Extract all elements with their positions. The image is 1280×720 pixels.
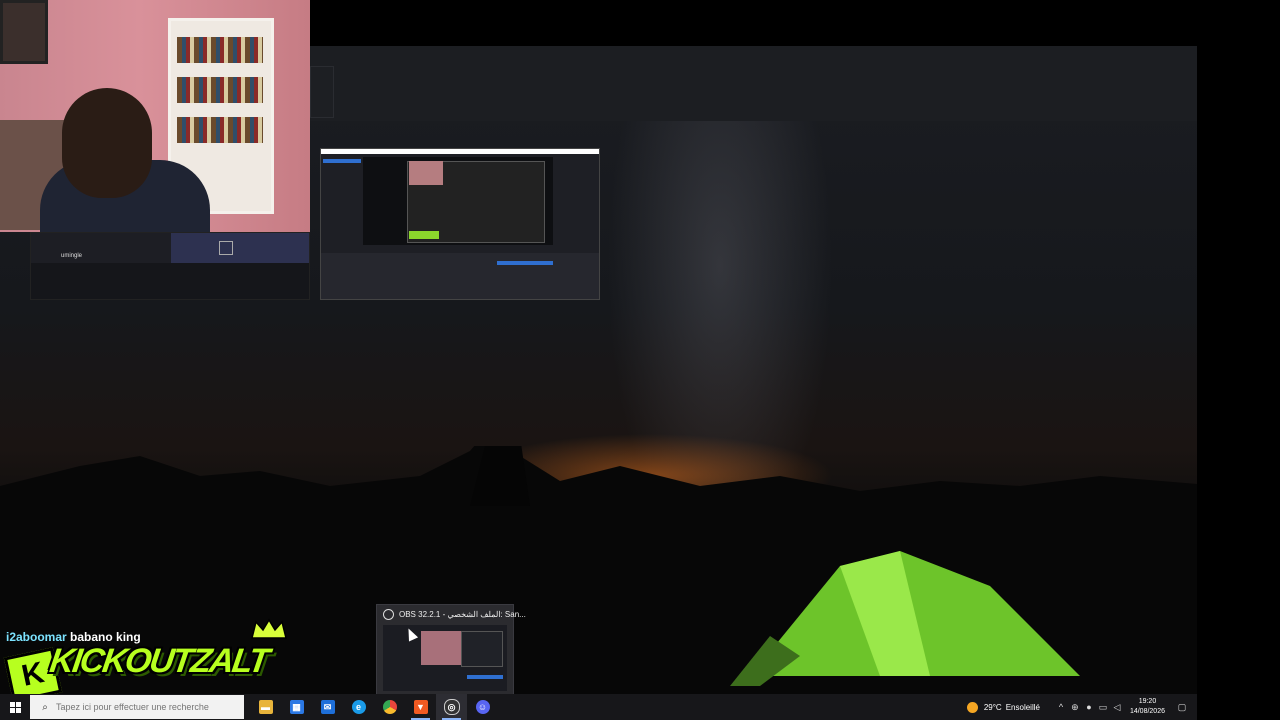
windows-icon <box>9 701 21 713</box>
chevron-up-icon[interactable]: ^ <box>1054 702 1068 712</box>
taskbar-app-brave[interactable]: ▼ <box>405 694 436 720</box>
search-icon: ⌕ <box>42 701 48 713</box>
obs-window-thumbnail[interactable] <box>320 148 600 300</box>
discord-icon: ☺ <box>475 700 490 714</box>
preview-webcam <box>421 631 461 665</box>
webcam-feed <box>0 0 310 232</box>
clock-date: 14/08/2026 <box>1129 708 1165 715</box>
preview-scene <box>461 631 503 667</box>
video-off-icon <box>219 241 233 255</box>
network-icon[interactable]: ▭ <box>1096 702 1110 713</box>
stream-logo-text: KICKOUTZALT <box>47 642 270 680</box>
microsoft-store-icon: ▦ <box>289 700 304 714</box>
taskbar-app-mail[interactable]: ✉ <box>312 694 343 720</box>
taskbar-clock[interactable]: 19:20 14/08/2026 <box>1130 697 1165 717</box>
taskbar-app-obs[interactable]: ◎ <box>436 694 467 720</box>
speaker-icon[interactable]: ◁ <box>1110 702 1124 713</box>
obs-icon <box>383 609 394 620</box>
umingle-brand: umingle <box>61 253 83 259</box>
sun-icon[interactable] <box>966 701 978 713</box>
taskbar-app-edge[interactable]: e <box>343 694 374 720</box>
desktop-top-band <box>310 46 1197 121</box>
crown-icon <box>251 618 287 639</box>
taskbar: ⌕ ▬ ▦ ✉ e ▼ ◎ ☺ 29°C Ensoleillé ^ ⊕ ● ▭ … <box>0 694 1197 720</box>
microphone-icon[interactable]: ● <box>1082 702 1096 712</box>
umingle-chat-panel: umingle <box>30 232 310 300</box>
edge-icon: e <box>351 700 366 714</box>
partner-video-area <box>171 233 309 263</box>
taskbar-app-store[interactable]: ▦ <box>281 694 312 720</box>
clock-time: 19:20 <box>1138 698 1157 705</box>
taskbar-app-discord[interactable]: ☺ <box>467 694 498 720</box>
streamer-head <box>62 88 152 198</box>
obs-thumb-titlebar <box>321 149 599 154</box>
chrome-icon <box>382 700 397 714</box>
mail-icon: ✉ <box>320 700 335 714</box>
green-tent <box>730 551 1080 686</box>
preview-title-text: OBS 32.2.1 - الملف الشخصي: San... <box>399 610 526 619</box>
brave-icon: ▼ <box>413 700 428 714</box>
taskbar-app-chrome[interactable] <box>374 694 405 720</box>
obs-scene-selected <box>323 159 361 163</box>
usb-icon[interactable]: ⊕ <box>1068 702 1082 713</box>
obs-nested-webcam <box>409 161 443 185</box>
weather-temp[interactable]: 29°C <box>984 703 1002 712</box>
notification-icon[interactable]: ▢ <box>1175 702 1189 713</box>
obs-nested-logo <box>409 231 439 239</box>
wall-picture-frame <box>0 0 48 64</box>
taskbar-window-preview[interactable]: OBS 32.2.1 - الملف الشخصي: San... <box>376 604 526 696</box>
search-input[interactable] <box>52 702 236 712</box>
obs-icon: ◎ <box>443 699 460 715</box>
taskbar-search[interactable]: ⌕ <box>30 695 244 719</box>
preview-blue-bar <box>467 675 503 679</box>
taskbar-app-explorer[interactable]: ▬ <box>250 694 281 720</box>
obs-start-button <box>497 261 553 265</box>
start-button[interactable] <box>0 694 30 720</box>
preview-title: OBS 32.2.1 - الملف الشخصي: San... <box>383 609 526 620</box>
chat-panel-header <box>31 233 171 263</box>
system-tray: 29°C Ensoleillé ^ ⊕ ● ▭ ◁ 19:20 14/08/20… <box>966 694 1197 720</box>
obs-controls-dock <box>321 253 599 299</box>
desktop-window-edge <box>310 66 334 118</box>
file-explorer-icon: ▬ <box>258 700 273 714</box>
weather-condition[interactable]: Ensoleillé <box>1006 703 1040 712</box>
